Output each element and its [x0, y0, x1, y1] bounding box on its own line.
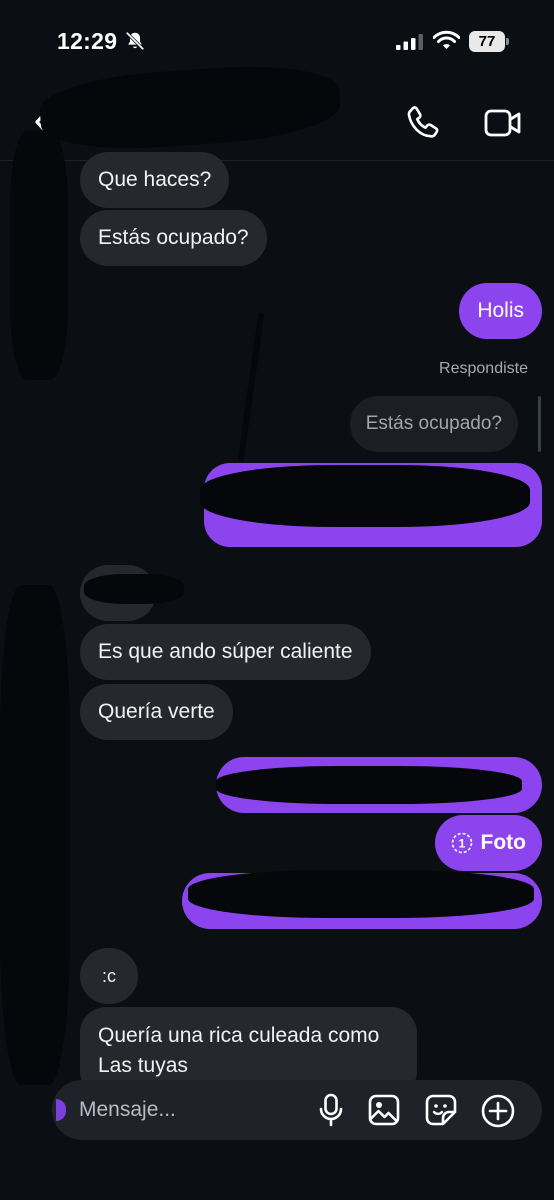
microphone-icon[interactable]	[317, 1092, 345, 1128]
incoming-message[interactable]: :c	[80, 948, 138, 1004]
status-time: 12:29	[57, 28, 118, 54]
battery-nub	[506, 38, 509, 45]
message-input[interactable]	[79, 1094, 309, 1126]
outgoing-message[interactable]: Holis	[459, 283, 542, 339]
incoming-message[interactable]: Es que ando súper caliente	[80, 624, 371, 680]
photo-label: Foto	[480, 831, 526, 854]
add-circle-icon[interactable]	[480, 1093, 516, 1129]
redaction-scribble	[37, 59, 343, 156]
battery-level: 77	[469, 31, 505, 52]
chat-screen: 12:29 77 Que haces? Estás ocupado? Holis…	[0, 0, 554, 1200]
message-line: Las tuyas	[98, 1054, 188, 1077]
gallery-icon[interactable]	[367, 1093, 401, 1127]
signal-icon	[396, 34, 423, 50]
reply-indicator-bar	[538, 396, 541, 452]
header-divider	[0, 160, 554, 161]
redaction-scribble	[216, 766, 522, 804]
incoming-message[interactable]: Quería verte	[80, 684, 233, 740]
reply-quote[interactable]: Estás ocupado?	[349, 396, 518, 452]
photo-count: 1	[458, 837, 465, 851]
redaction-scribble	[200, 465, 530, 527]
redaction-scribble	[0, 585, 70, 1085]
redaction-scribble	[10, 130, 68, 380]
redaction-scribble	[84, 574, 184, 604]
sticker-icon[interactable]	[424, 1093, 458, 1127]
bell-off-icon	[125, 31, 145, 51]
redaction-scribble	[188, 870, 534, 918]
message-line: Quería una rica culeada como	[98, 1024, 380, 1047]
view-once-photo-icon: 1	[451, 832, 472, 854]
phone-icon[interactable]	[404, 103, 444, 143]
incoming-message[interactable]: Que haces?	[80, 152, 230, 208]
redaction-scribble	[237, 312, 265, 462]
incoming-message[interactable]: Estás ocupado?	[80, 210, 267, 266]
wifi-icon	[433, 30, 460, 49]
video-camera-icon[interactable]	[482, 104, 524, 142]
battery-indicator: 77	[469, 31, 509, 52]
photo-message[interactable]: 1 Foto	[434, 815, 542, 871]
reply-label: Respondiste	[439, 360, 528, 377]
